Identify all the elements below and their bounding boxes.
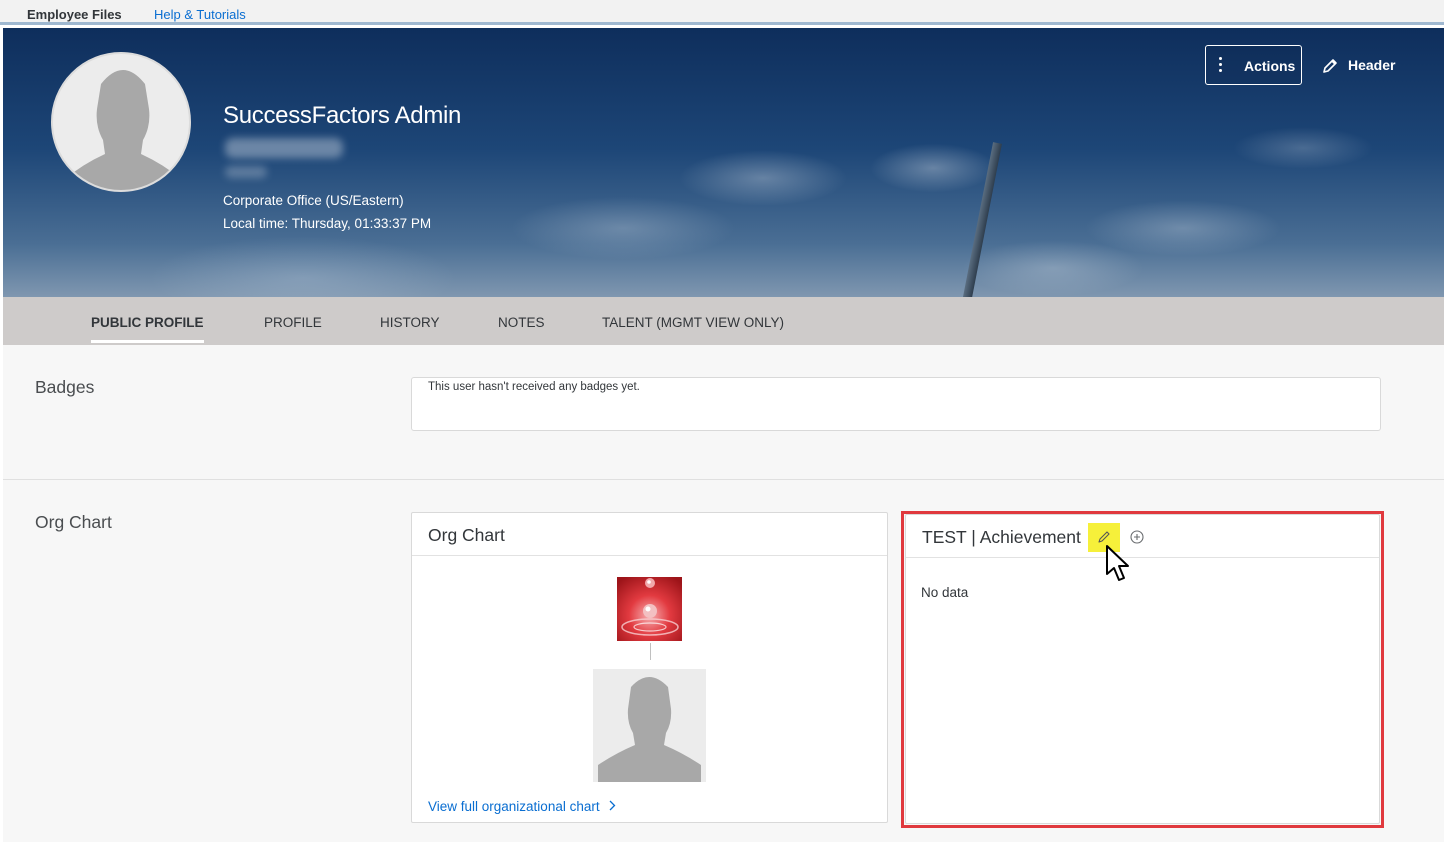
pencil-icon bbox=[1098, 531, 1110, 543]
achievement-empty-text: No data bbox=[921, 585, 969, 600]
redacted-title bbox=[225, 166, 267, 178]
org-chart-card-title: Org Chart bbox=[428, 525, 505, 545]
edit-achievement-button[interactable] bbox=[1088, 523, 1120, 552]
add-achievement-button[interactable] bbox=[1128, 528, 1146, 546]
view-full-org-chart-label: View full organizational chart bbox=[428, 799, 600, 814]
badges-empty-message: This user hasn't received any badges yet… bbox=[428, 381, 640, 393]
header-label: Header bbox=[1348, 57, 1396, 73]
pencil-icon bbox=[1323, 59, 1337, 73]
tab-notes[interactable]: NOTES bbox=[498, 315, 545, 330]
actions-label: Actions bbox=[1244, 58, 1296, 74]
org-chart-card: Org Chart View full organizational chart bbox=[411, 512, 888, 823]
employee-avatar bbox=[51, 52, 191, 192]
active-tab-indicator bbox=[91, 340, 204, 343]
help-tutorials-link[interactable]: Help & Tutorials bbox=[154, 7, 246, 22]
person-silhouette-icon bbox=[65, 70, 181, 190]
top-bar: Employee Files Help & Tutorials bbox=[0, 0, 1444, 25]
profile-tab-bar: PUBLIC PROFILE PROFILE HISTORY NOTES TAL… bbox=[3, 297, 1444, 345]
org-chart-section-label: Org Chart bbox=[35, 512, 112, 532]
employee-org-photo[interactable] bbox=[593, 669, 706, 782]
tab-profile[interactable]: PROFILE bbox=[264, 315, 322, 330]
badges-section-label: Badges bbox=[35, 377, 95, 397]
achievement-card: TEST | Achievement No data bbox=[905, 514, 1380, 824]
view-full-org-chart-link[interactable]: View full organizational chart bbox=[428, 799, 617, 814]
section-divider bbox=[3, 479, 1444, 480]
profile-header-banner: SuccessFactors Admin Corporate Office (U… bbox=[3, 28, 1444, 297]
redacted-username bbox=[225, 138, 343, 158]
person-silhouette-icon bbox=[598, 677, 701, 782]
org-chart-card-header: Org Chart bbox=[412, 513, 887, 556]
employee-name: SuccessFactors Admin bbox=[223, 102, 462, 129]
app-title: Employee Files bbox=[27, 7, 122, 22]
tab-public-profile[interactable]: PUBLIC PROFILE bbox=[91, 315, 204, 330]
banner-background-pole bbox=[960, 142, 1002, 297]
actions-button[interactable]: Actions bbox=[1205, 45, 1302, 85]
employee-local-time: Local time: Thursday, 01:33:37 PM bbox=[223, 216, 432, 231]
employee-location: Corporate Office (US/Eastern) bbox=[223, 193, 404, 208]
org-connector-line bbox=[650, 643, 651, 660]
manager-photo[interactable] bbox=[617, 577, 682, 641]
vertical-dots-icon bbox=[1219, 57, 1223, 75]
tab-history[interactable]: HISTORY bbox=[380, 315, 440, 330]
tab-talent-mgmt-view[interactable]: TALENT (MGMT VIEW ONLY) bbox=[602, 315, 784, 330]
plus-circle-icon bbox=[1130, 530, 1144, 544]
chevron-right-icon bbox=[609, 800, 616, 811]
badges-panel: This user hasn't received any badges yet… bbox=[411, 377, 1381, 431]
manager-photo-image bbox=[617, 577, 682, 641]
achievement-card-header: TEST | Achievement bbox=[906, 515, 1379, 558]
achievement-card-title: TEST | Achievement bbox=[922, 527, 1081, 547]
